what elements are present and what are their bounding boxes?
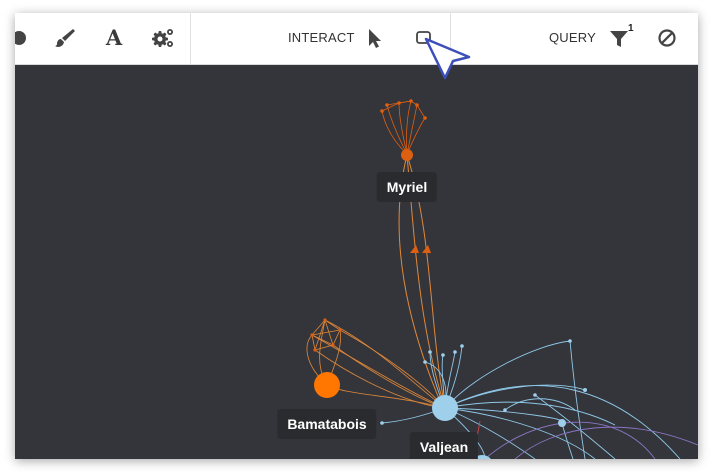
- filter-count-badge: 1: [628, 23, 634, 34]
- node-valjean: [432, 395, 458, 421]
- mouse-cursor-icon: [424, 37, 471, 80]
- app-window: A INTERACT QUERY 1 Myriel Bamatabois Val…: [15, 13, 698, 459]
- pointer-arrow-icon[interactable]: [363, 26, 387, 50]
- label-bamatabois: Bamatabois: [277, 409, 377, 439]
- label-valjean: Valjean: [409, 432, 479, 459]
- query-label: QUERY: [549, 30, 596, 45]
- graph-drawing: [15, 65, 698, 459]
- graph-canvas[interactable]: Myriel Bamatabois Valjean: [15, 65, 698, 459]
- toolbar: A INTERACT QUERY 1: [15, 13, 698, 65]
- label-myriel: Myriel: [376, 172, 438, 202]
- ban-icon[interactable]: [655, 26, 679, 50]
- node-bamatabois: [314, 372, 340, 398]
- font-icon[interactable]: A: [103, 25, 125, 51]
- toolbar-divider: [190, 13, 191, 64]
- node-myriel: [401, 149, 413, 161]
- circle-cut-icon[interactable]: [15, 26, 33, 50]
- interact-label: INTERACT: [288, 30, 355, 45]
- paintbrush-icon[interactable]: [53, 26, 77, 50]
- gears-icon[interactable]: [151, 26, 175, 50]
